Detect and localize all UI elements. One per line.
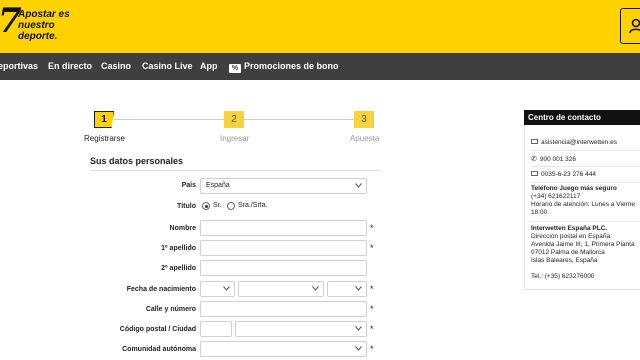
contact-divider <box>531 182 640 183</box>
envelope-icon <box>531 139 538 144</box>
contact-email-row[interactable]: asistencia@interwetten.es <box>531 139 617 146</box>
percent-icon: % <box>229 64 241 73</box>
contact-divider <box>531 221 640 222</box>
step-3-label: Apuesta <box>350 134 380 143</box>
contact-phone-row[interactable]: ✆ 900 001 326 <box>531 155 576 163</box>
birth-day-select[interactable] <box>200 281 235 297</box>
birth-year-select[interactable] <box>327 281 367 297</box>
step-1-badge: 1 <box>94 111 114 128</box>
region-select[interactable] <box>200 341 367 357</box>
city-select[interactable] <box>235 321 367 337</box>
nav-item-casino[interactable]: Casino <box>101 53 131 80</box>
safe-play-hours-end: 18:00 <box>531 209 548 216</box>
fax-icon <box>531 171 538 176</box>
title-label: Título <box>176 203 196 210</box>
nav-item-deportivas[interactable]: eportivas <box>0 53 38 80</box>
step-1-label: Registrarse <box>84 134 125 143</box>
street-label: Calle y número <box>145 306 196 313</box>
contact-panel-title: Centro de contacto <box>524 110 640 125</box>
step-2-label: Ingresar <box>220 134 250 143</box>
chevron-down-icon <box>223 286 230 291</box>
name-label: Nombre <box>169 225 196 232</box>
nav-promo-label: Promociones de bono <box>244 61 339 71</box>
nav-item-app[interactable]: App <box>200 53 218 80</box>
required-mark: * <box>370 284 374 294</box>
chevron-down-icon <box>355 286 362 291</box>
contact-phone: 900 001 326 <box>539 156 577 163</box>
step-2-badge: 2 <box>224 111 244 128</box>
birthdate-label: Fecha de nacimiento <box>126 286 196 293</box>
contact-email: asistencia@interwetten.es <box>541 139 617 146</box>
country-label: País <box>181 182 196 189</box>
chevron-down-icon <box>355 346 362 351</box>
region-label: Comunidad autónoma <box>122 346 196 353</box>
chevron-down-icon <box>355 326 362 331</box>
required-mark: * <box>370 223 374 233</box>
surname2-input[interactable] <box>200 260 367 276</box>
step-connector <box>244 119 354 120</box>
title-option-sr: Sr. <box>213 202 222 209</box>
contact-fax-row: 0035-6-23 276 444 <box>531 171 596 178</box>
chevron-down-icon <box>312 286 319 291</box>
section-divider <box>90 170 380 171</box>
main-nav: eportivas En directo Casino Casino Live … <box>0 53 640 80</box>
address-line-3: Islas Baleares, España <box>531 257 598 264</box>
title-option-sra: Sra./Srta. <box>238 202 268 209</box>
required-mark: * <box>370 324 374 334</box>
contact-divider <box>531 166 640 167</box>
country-value: España <box>206 182 230 189</box>
surname1-label: 1º apellido <box>161 245 196 252</box>
required-mark: * <box>370 304 374 314</box>
section-title: Sus datos personales <box>90 156 184 166</box>
birth-month-select[interactable] <box>238 281 324 297</box>
phone-icon: ✆ <box>531 156 537 163</box>
contact-fax: 0035-6-23 276 444 <box>541 171 596 178</box>
brand-tagline: Apostar es nuestro deporte. <box>18 9 70 42</box>
country-select[interactable]: España <box>200 178 367 194</box>
name-input[interactable] <box>200 220 367 236</box>
chevron-down-icon <box>355 183 362 188</box>
title-radio-sr[interactable] <box>202 202 210 210</box>
nav-item-en-directo[interactable]: En directo <box>48 53 92 80</box>
step-connector <box>114 119 224 120</box>
nav-item-casino-live[interactable]: Casino Live <box>142 53 193 80</box>
step-3-badge: 3 <box>354 111 374 128</box>
top-header: 7 Apostar es nuestro deporte. <box>0 0 640 53</box>
nav-item-promociones[interactable]: % Promociones de bono <box>229 53 339 80</box>
surname1-input[interactable] <box>200 240 367 256</box>
user-icon <box>629 18 640 34</box>
street-input[interactable] <box>200 301 367 317</box>
title-radio-sra[interactable] <box>227 202 235 210</box>
required-mark: * <box>370 344 374 354</box>
company-phone[interactable]: Tel.: (+35) 623276000 <box>531 273 594 282</box>
surname2-label: 2º apellido <box>161 265 196 272</box>
account-button[interactable] <box>620 8 640 44</box>
required-mark: * <box>370 243 374 253</box>
postal-label: Código postal / Ciudad <box>119 326 196 333</box>
postal-code-input[interactable] <box>200 321 232 337</box>
contact-divider <box>531 150 640 151</box>
